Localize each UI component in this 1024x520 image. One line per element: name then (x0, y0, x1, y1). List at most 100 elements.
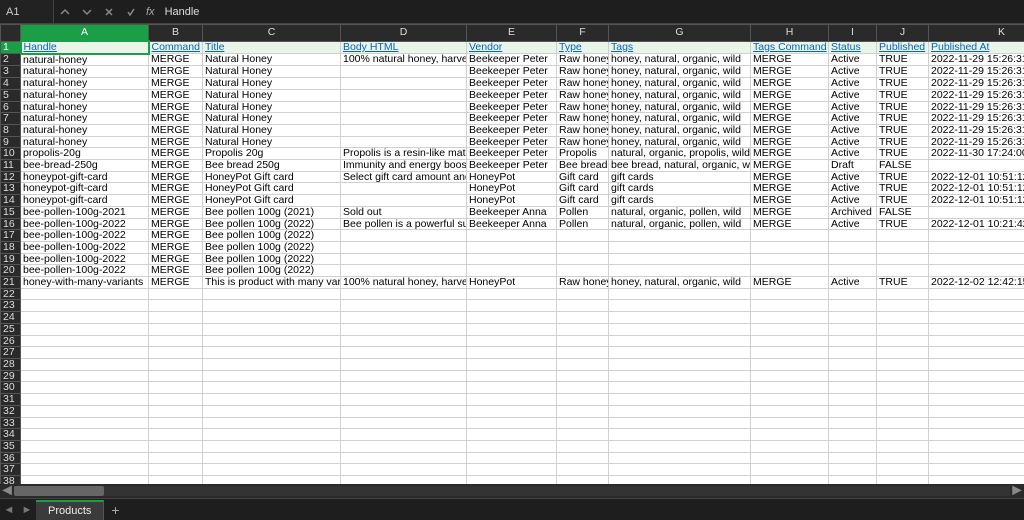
cell[interactable] (21, 323, 149, 335)
cell[interactable] (829, 300, 877, 312)
cell[interactable] (341, 323, 467, 335)
cell[interactable] (203, 464, 341, 476)
cell[interactable] (877, 312, 929, 324)
cell[interactable]: honeypot-gift-card (21, 183, 149, 195)
cell[interactable] (829, 405, 877, 417)
cell[interactable] (929, 405, 1024, 417)
cell[interactable] (929, 253, 1024, 265)
cell[interactable] (557, 335, 609, 347)
column-title-link[interactable]: Title (205, 41, 224, 53)
cell[interactable]: MERGE (149, 241, 203, 253)
cell[interactable] (467, 370, 557, 382)
cell[interactable] (609, 370, 751, 382)
cell[interactable] (341, 66, 467, 78)
cell[interactable]: Beekeeper Peter (467, 89, 557, 101)
cell[interactable]: 2022-12-02 12:42:15 +0200 (929, 277, 1024, 289)
cell[interactable]: Natural Honey (203, 124, 341, 136)
cell[interactable] (149, 394, 203, 406)
cell[interactable] (341, 429, 467, 441)
cell[interactable] (21, 405, 149, 417)
cell[interactable] (829, 312, 877, 324)
cell[interactable]: honey, natural, organic, wild (609, 124, 751, 136)
cell[interactable] (341, 405, 467, 417)
cell[interactable]: 100% natural honey, harvested (341, 54, 467, 66)
cell[interactable] (929, 440, 1024, 452)
cell[interactable]: bee-pollen-100g-2022 (21, 253, 149, 265)
cell[interactable]: Beekeeper Peter (467, 113, 557, 125)
cell[interactable]: Beekeeper Anna (467, 218, 557, 230)
cell[interactable]: Beekeeper Peter (467, 160, 557, 172)
cell[interactable]: Active (829, 113, 877, 125)
cell[interactable] (203, 394, 341, 406)
cell[interactable]: bee-bread-250g (21, 160, 149, 172)
cell[interactable]: This is product with many variants (203, 277, 341, 289)
cell[interactable]: MERGE (149, 160, 203, 172)
cell[interactable]: Type (557, 41, 609, 54)
cell[interactable] (203, 358, 341, 370)
cell[interactable] (557, 265, 609, 277)
cell[interactable]: MERGE (751, 54, 829, 66)
row-header[interactable]: 7 (1, 113, 21, 125)
cell[interactable] (467, 265, 557, 277)
cell[interactable] (557, 347, 609, 359)
column-title-link[interactable]: Body HTML (343, 41, 398, 53)
cell[interactable]: Beekeeper Peter (467, 148, 557, 160)
cell[interactable]: Active (829, 78, 877, 90)
cell[interactable] (829, 265, 877, 277)
cell[interactable]: HoneyPot (467, 171, 557, 183)
cell[interactable] (21, 464, 149, 476)
cell[interactable] (557, 382, 609, 394)
cell[interactable]: Beekeeper Peter (467, 66, 557, 78)
cell[interactable] (929, 230, 1024, 242)
cell[interactable] (929, 417, 1024, 429)
cell[interactable]: Active (829, 195, 877, 207)
cell[interactable]: Active (829, 54, 877, 66)
cell[interactable] (877, 335, 929, 347)
cell[interactable] (203, 452, 341, 464)
cell[interactable] (467, 464, 557, 476)
cell[interactable]: Active (829, 101, 877, 113)
cell[interactable] (341, 464, 467, 476)
cell[interactable]: MERGE (149, 183, 203, 195)
cell[interactable]: Natural Honey (203, 101, 341, 113)
row-header[interactable]: 21 (1, 277, 21, 289)
cell[interactable]: Handle (21, 41, 149, 54)
cell[interactable] (341, 183, 467, 195)
cell[interactable]: MERGE (751, 89, 829, 101)
cell[interactable]: Active (829, 89, 877, 101)
cell[interactable]: HoneyPot Gift card (203, 171, 341, 183)
cell[interactable] (21, 358, 149, 370)
cell[interactable]: MERGE (751, 277, 829, 289)
cell[interactable] (203, 312, 341, 324)
row-header[interactable]: 29 (1, 370, 21, 382)
cell[interactable]: Active (829, 218, 877, 230)
cell[interactable] (751, 335, 829, 347)
row-header[interactable]: 30 (1, 382, 21, 394)
row-header[interactable]: 33 (1, 417, 21, 429)
cell[interactable] (341, 195, 467, 207)
cell[interactable]: 2022-11-29 15:26:31 +0200 (929, 101, 1024, 113)
column-title-link[interactable]: Tags (611, 41, 633, 53)
cell[interactable]: 2022-11-29 15:26:31 +0200 (929, 78, 1024, 90)
row-header[interactable]: 14 (1, 195, 21, 207)
row-header[interactable]: 36 (1, 452, 21, 464)
cell[interactable]: TRUE (877, 277, 929, 289)
cell[interactable] (877, 323, 929, 335)
column-header-H[interactable]: H (751, 25, 829, 42)
cell[interactable] (877, 230, 929, 242)
cell[interactable]: Beekeeper Peter (467, 124, 557, 136)
cell[interactable] (829, 370, 877, 382)
cell[interactable] (557, 230, 609, 242)
cell[interactable] (557, 464, 609, 476)
row-header[interactable]: 11 (1, 160, 21, 172)
tab-prev-icon[interactable]: ◄ (4, 504, 15, 516)
cell[interactable]: MERGE (751, 113, 829, 125)
cell[interactable]: Archived (829, 206, 877, 218)
cell[interactable]: natural-honey (21, 54, 149, 66)
cell[interactable]: Propolis 20g (203, 148, 341, 160)
cell[interactable]: 100% natural honey, harvested (341, 277, 467, 289)
cell[interactable]: MERGE (149, 66, 203, 78)
cell[interactable] (751, 230, 829, 242)
cell[interactable] (609, 417, 751, 429)
cell[interactable] (341, 101, 467, 113)
